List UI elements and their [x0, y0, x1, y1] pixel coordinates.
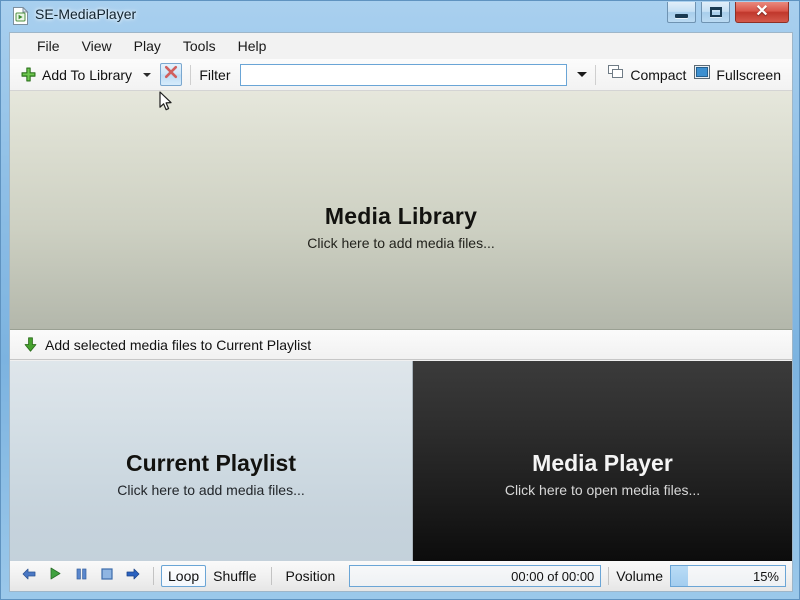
media-library-subtitle: Click here to add media files... [307, 235, 495, 251]
next-button[interactable] [120, 565, 146, 587]
compact-window-icon [608, 65, 624, 84]
add-selected-label: Add selected media files to Current Play… [45, 337, 311, 353]
menu-bar: File View Play Tools Help [10, 33, 792, 59]
red-x-icon [164, 65, 178, 84]
current-playlist-subtitle: Click here to add media files... [117, 482, 305, 498]
menu-item-file[interactable]: File [26, 35, 71, 57]
clear-filter-button[interactable] [160, 63, 182, 86]
client-area: File View Play Tools Help Add To Library [9, 32, 793, 585]
fullscreen-label: Fullscreen [716, 67, 781, 83]
playback-control-bar: Loop Shuffle Position 00:00 of 00:00 Vol… [9, 561, 793, 592]
toolbar: Add To Library Filter [10, 59, 792, 91]
toolbar-view-modes: Compact Fullscreen [587, 63, 792, 86]
close-icon: ✕ [755, 4, 768, 20]
play-button[interactable] [42, 565, 68, 587]
shuffle-button[interactable]: Shuffle [206, 566, 263, 586]
volume-slider[interactable]: 15% [670, 565, 786, 587]
control-separator-3 [608, 567, 609, 585]
menu-item-help[interactable]: Help [227, 35, 278, 57]
volume-value: 15% [753, 569, 779, 584]
menu-item-view[interactable]: View [71, 35, 123, 57]
control-separator-2 [271, 567, 272, 585]
add-to-library-chevron-down-icon[interactable] [143, 73, 151, 77]
position-time-readout: 00:00 of 00:00 [511, 569, 594, 584]
pause-button[interactable] [68, 565, 94, 587]
add-selected-to-playlist-button[interactable]: Add selected media files to Current Play… [10, 330, 792, 360]
position-label: Position [279, 566, 343, 586]
add-to-library-button[interactable]: Add To Library [19, 65, 134, 85]
media-player-panel[interactable]: Media Player Click here to open media fi… [413, 361, 792, 585]
lower-panes: Current Playlist Click here to add media… [10, 361, 792, 585]
previous-arrow-icon [22, 567, 36, 585]
title-bar: SE-MediaPlayer ✕ [1, 1, 800, 31]
current-playlist-title: Current Playlist [126, 450, 296, 477]
menu-item-play[interactable]: Play [123, 35, 172, 57]
loop-button[interactable]: Loop [161, 565, 206, 587]
compact-button[interactable]: Compact [604, 63, 690, 86]
control-separator-1 [153, 567, 154, 585]
media-player-title: Media Player [532, 450, 673, 477]
green-plus-icon [21, 67, 36, 82]
maximize-icon [710, 7, 722, 17]
fullscreen-button[interactable]: Fullscreen [690, 63, 785, 86]
close-button[interactable]: ✕ [735, 2, 789, 23]
media-file-play-icon [12, 7, 29, 25]
toolbar-separator-right [595, 65, 596, 85]
application-window: SE-MediaPlayer ✕ File View Play Tools He… [0, 0, 800, 600]
position-slider[interactable]: 00:00 of 00:00 [349, 565, 601, 587]
window-title: SE-MediaPlayer [35, 6, 136, 22]
fullscreen-monitor-icon [694, 65, 710, 84]
minimize-icon [675, 14, 688, 18]
minimize-button[interactable] [667, 2, 696, 23]
media-library-panel[interactable]: Media Library Click here to add media fi… [10, 91, 792, 330]
add-to-library-label: Add To Library [42, 67, 132, 83]
media-library-title: Media Library [325, 203, 477, 230]
next-arrow-icon [126, 567, 140, 585]
filter-label: Filter [199, 67, 230, 83]
previous-button[interactable] [16, 565, 42, 587]
menu-item-tools[interactable]: Tools [172, 35, 227, 57]
current-playlist-panel[interactable]: Current Playlist Click here to add media… [10, 361, 413, 585]
green-down-arrow-icon [24, 337, 37, 352]
pause-bars-icon [76, 567, 87, 585]
filter-input[interactable] [240, 64, 568, 86]
maximize-button[interactable] [701, 2, 730, 23]
volume-fill [671, 566, 688, 586]
media-player-subtitle: Click here to open media files... [505, 482, 700, 498]
stop-button[interactable] [94, 565, 120, 587]
play-triangle-icon [49, 567, 61, 585]
compact-label: Compact [630, 67, 686, 83]
volume-label: Volume [616, 568, 663, 584]
stop-square-icon [101, 567, 113, 585]
filter-chevron-down-icon[interactable] [577, 72, 587, 77]
toolbar-separator [190, 65, 191, 85]
